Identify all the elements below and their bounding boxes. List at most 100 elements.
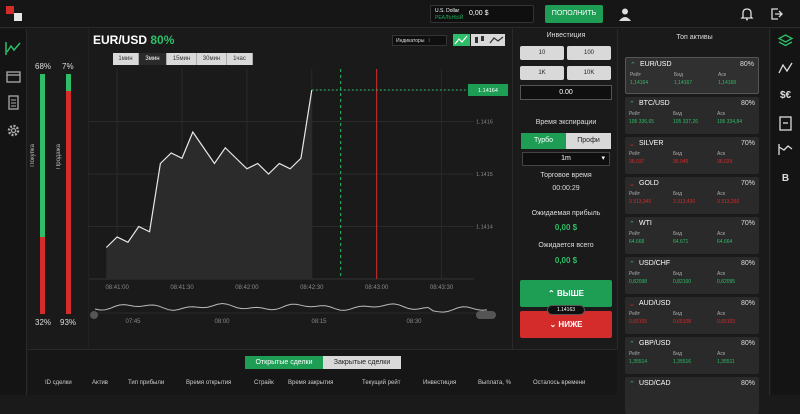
navigator-tick-label: 08:15 xyxy=(311,319,327,325)
timeframe-button[interactable]: 15мин xyxy=(167,53,197,65)
scroll-left-handle[interactable] xyxy=(90,311,98,319)
column-header[interactable]: Инвестиция xyxy=(423,380,456,386)
asset-payout: 80% xyxy=(150,33,175,47)
user-icon[interactable] xyxy=(618,7,632,21)
amount-10k-button[interactable]: 10K xyxy=(567,66,611,80)
logout-icon[interactable] xyxy=(770,7,784,21)
bell-icon[interactable] xyxy=(740,7,754,21)
time-tick-label: 08:43:00 xyxy=(365,285,389,291)
asset-card[interactable]: ⌃ EUR/USD 80% Рейт Бид Аск 1,14164 1,14167 1,141… xyxy=(625,57,759,94)
lower-button[interactable]: ⌄ НИЖЕ xyxy=(520,311,612,338)
higher-button[interactable]: ⌃ ВЫШЕ xyxy=(520,280,612,307)
balance-value: 0,00 $ xyxy=(469,10,489,17)
layers-icon[interactable] xyxy=(776,32,795,51)
investment-input[interactable]: 0.00 xyxy=(520,85,612,100)
asset-payout: 80% xyxy=(740,260,755,267)
asset-card[interactable]: ⌄ GOLD 70% Рейт Бид Аск 3 313,345 3 313,430 3 31… xyxy=(625,177,759,214)
column-header[interactable]: Актив xyxy=(92,380,108,386)
currency-icon[interactable]: $€ xyxy=(776,86,795,105)
asset-card[interactable]: ⌃ WTI 70% Рейт Бид Аск 64.668 64.671 64.664 xyxy=(625,217,759,254)
asset-card[interactable]: ⌃ BTC/USD 80% Рейт Бид Аск 105 336,65 105 337,2… xyxy=(625,97,759,134)
chevron-up-icon: ⌃ xyxy=(629,381,635,388)
profi-tab[interactable]: Профи xyxy=(566,133,611,149)
amount-1k-button[interactable]: 1K xyxy=(520,66,564,80)
asset-payout: 70% xyxy=(740,220,755,227)
timeframe-button[interactable]: 1мин xyxy=(113,53,139,65)
navigator-tick-label: 08:30 xyxy=(406,319,422,325)
trader-sentiment: 68% 7% Покупка Продажа 32% 93% xyxy=(28,29,88,349)
candle-chart-type-button[interactable] xyxy=(471,34,488,46)
tab-open-deals[interactable]: Открытые сделки xyxy=(245,356,323,369)
asset-payout: 80% xyxy=(739,61,754,68)
asset-card[interactable]: ⌃ USD/CHF 80% Рейт Бид Аск 0,82098 0,82100 0,820… xyxy=(625,257,759,294)
chart-icon[interactable] xyxy=(4,39,23,58)
trade-time-label: Торговое время xyxy=(540,172,592,179)
account-balance[interactable]: U.S. Dollar РЕАЛЬНЫЙ 0,00 $ xyxy=(430,5,534,23)
line-chart-type-button[interactable] xyxy=(453,34,470,46)
deposit-button[interactable]: ПОПОЛНИТЬ xyxy=(545,5,603,23)
column-header[interactable]: Тип прибыли xyxy=(128,380,164,386)
logo[interactable] xyxy=(6,6,14,14)
asset-name: USD/CAD xyxy=(639,380,671,387)
document-icon[interactable] xyxy=(4,93,23,112)
price-area xyxy=(106,90,312,279)
bid-label: Бид xyxy=(673,111,682,117)
sell-sentiment-bar xyxy=(66,74,71,314)
area-chart-type-button[interactable] xyxy=(488,34,505,46)
turbo-tab[interactable]: Турбо xyxy=(521,133,566,149)
top-assets-panel: Топ активы ⌃ EUR/USD 80% Рейт Бид Аск 1,14164 1… xyxy=(619,29,770,414)
bid-value: 0,82100 xyxy=(673,279,692,285)
trade-time-value: 00:00:29 xyxy=(552,185,580,192)
bid-label: Бид xyxy=(673,271,682,277)
chevron-down-icon: ▾ xyxy=(601,155,605,162)
scroll-right-handle[interactable] xyxy=(476,311,496,319)
asset-name: AUD/USD xyxy=(639,300,671,307)
stocks-icon[interactable] xyxy=(776,140,795,159)
rate-value: 1,14164 xyxy=(630,80,649,86)
amount-10-button[interactable]: 10 xyxy=(520,46,564,60)
sentiment-top-left: 68% xyxy=(35,62,52,71)
timeframe-button[interactable]: 1час xyxy=(227,53,253,65)
asset-card[interactable]: ⌃ USD/CAD 80% xyxy=(625,377,759,414)
asset-card[interactable]: ⌄ SILVER 70% Рейт Бид Аск 36.037 36.045 36.029 xyxy=(625,137,759,174)
chart-line-icon[interactable] xyxy=(776,59,795,78)
asset-pair: EUR/USD xyxy=(93,33,148,47)
amount-100-button[interactable]: 100 xyxy=(567,46,611,60)
settings-icon[interactable] xyxy=(4,121,23,140)
indicators-button[interactable]: Индикаторы ⌇ xyxy=(392,35,447,46)
price-chart[interactable]: 08:41:00 08:41:30 08:42:00 08:42:30 08:43:00… xyxy=(89,69,514,349)
column-header[interactable]: Выплата, % xyxy=(478,380,511,386)
asset-name: GBP/USD xyxy=(639,340,671,347)
column-header[interactable]: Время закрытия xyxy=(288,380,333,386)
bid-value: 3 313,430 xyxy=(673,199,696,205)
indicators-label: Индикаторы xyxy=(396,38,425,44)
ask-value: 0,65103 xyxy=(717,319,736,325)
wallet-icon[interactable] xyxy=(4,67,23,86)
column-header[interactable]: Страйк xyxy=(254,380,274,386)
sentiment-top-right: 7% xyxy=(62,62,74,71)
asset-name: WTI xyxy=(639,220,652,227)
navigator-tick-label: 07:45 xyxy=(125,319,141,325)
tab-closed-deals[interactable]: Закрытые сделки xyxy=(323,356,401,369)
asset-card[interactable]: ⌄ AUD/USD 80% Рейт Бид Аск 0,65105 0,65108 0,651… xyxy=(625,297,759,334)
column-header[interactable]: Осталось времени xyxy=(533,380,585,386)
bid-label: Бид xyxy=(673,351,682,357)
commodities-icon[interactable] xyxy=(776,114,795,133)
column-header[interactable]: Текущий рейт xyxy=(362,380,400,386)
asset-payout: 70% xyxy=(740,140,755,147)
column-header[interactable]: ID сделки xyxy=(45,380,72,386)
higher-label: ВЫШЕ xyxy=(556,289,584,298)
expected-total-value: 0,00 $ xyxy=(554,256,578,265)
top-bar: U.S. Dollar РЕАЛЬНЫЙ 0,00 $ ПОПОЛНИТЬ xyxy=(0,0,800,28)
rate-value: 1,35514 xyxy=(629,359,648,365)
ask-value: 36.029 xyxy=(717,159,733,165)
column-header[interactable]: Время открытия xyxy=(186,380,231,386)
timeframe-button[interactable]: 3мин xyxy=(139,53,167,65)
asset-card[interactable]: ⌃ GBP/USD 80% Рейт Бид Аск 1,35514 1,35516 1,355… xyxy=(625,337,759,374)
ask-label: Аск xyxy=(717,111,726,117)
rate-label: Рейт xyxy=(630,72,641,78)
timeframe-button[interactable]: 30мин xyxy=(197,53,227,65)
crypto-icon[interactable]: B xyxy=(776,169,795,188)
left-sidebar xyxy=(0,29,27,395)
expiry-select[interactable]: 1m ▾ xyxy=(522,152,610,166)
